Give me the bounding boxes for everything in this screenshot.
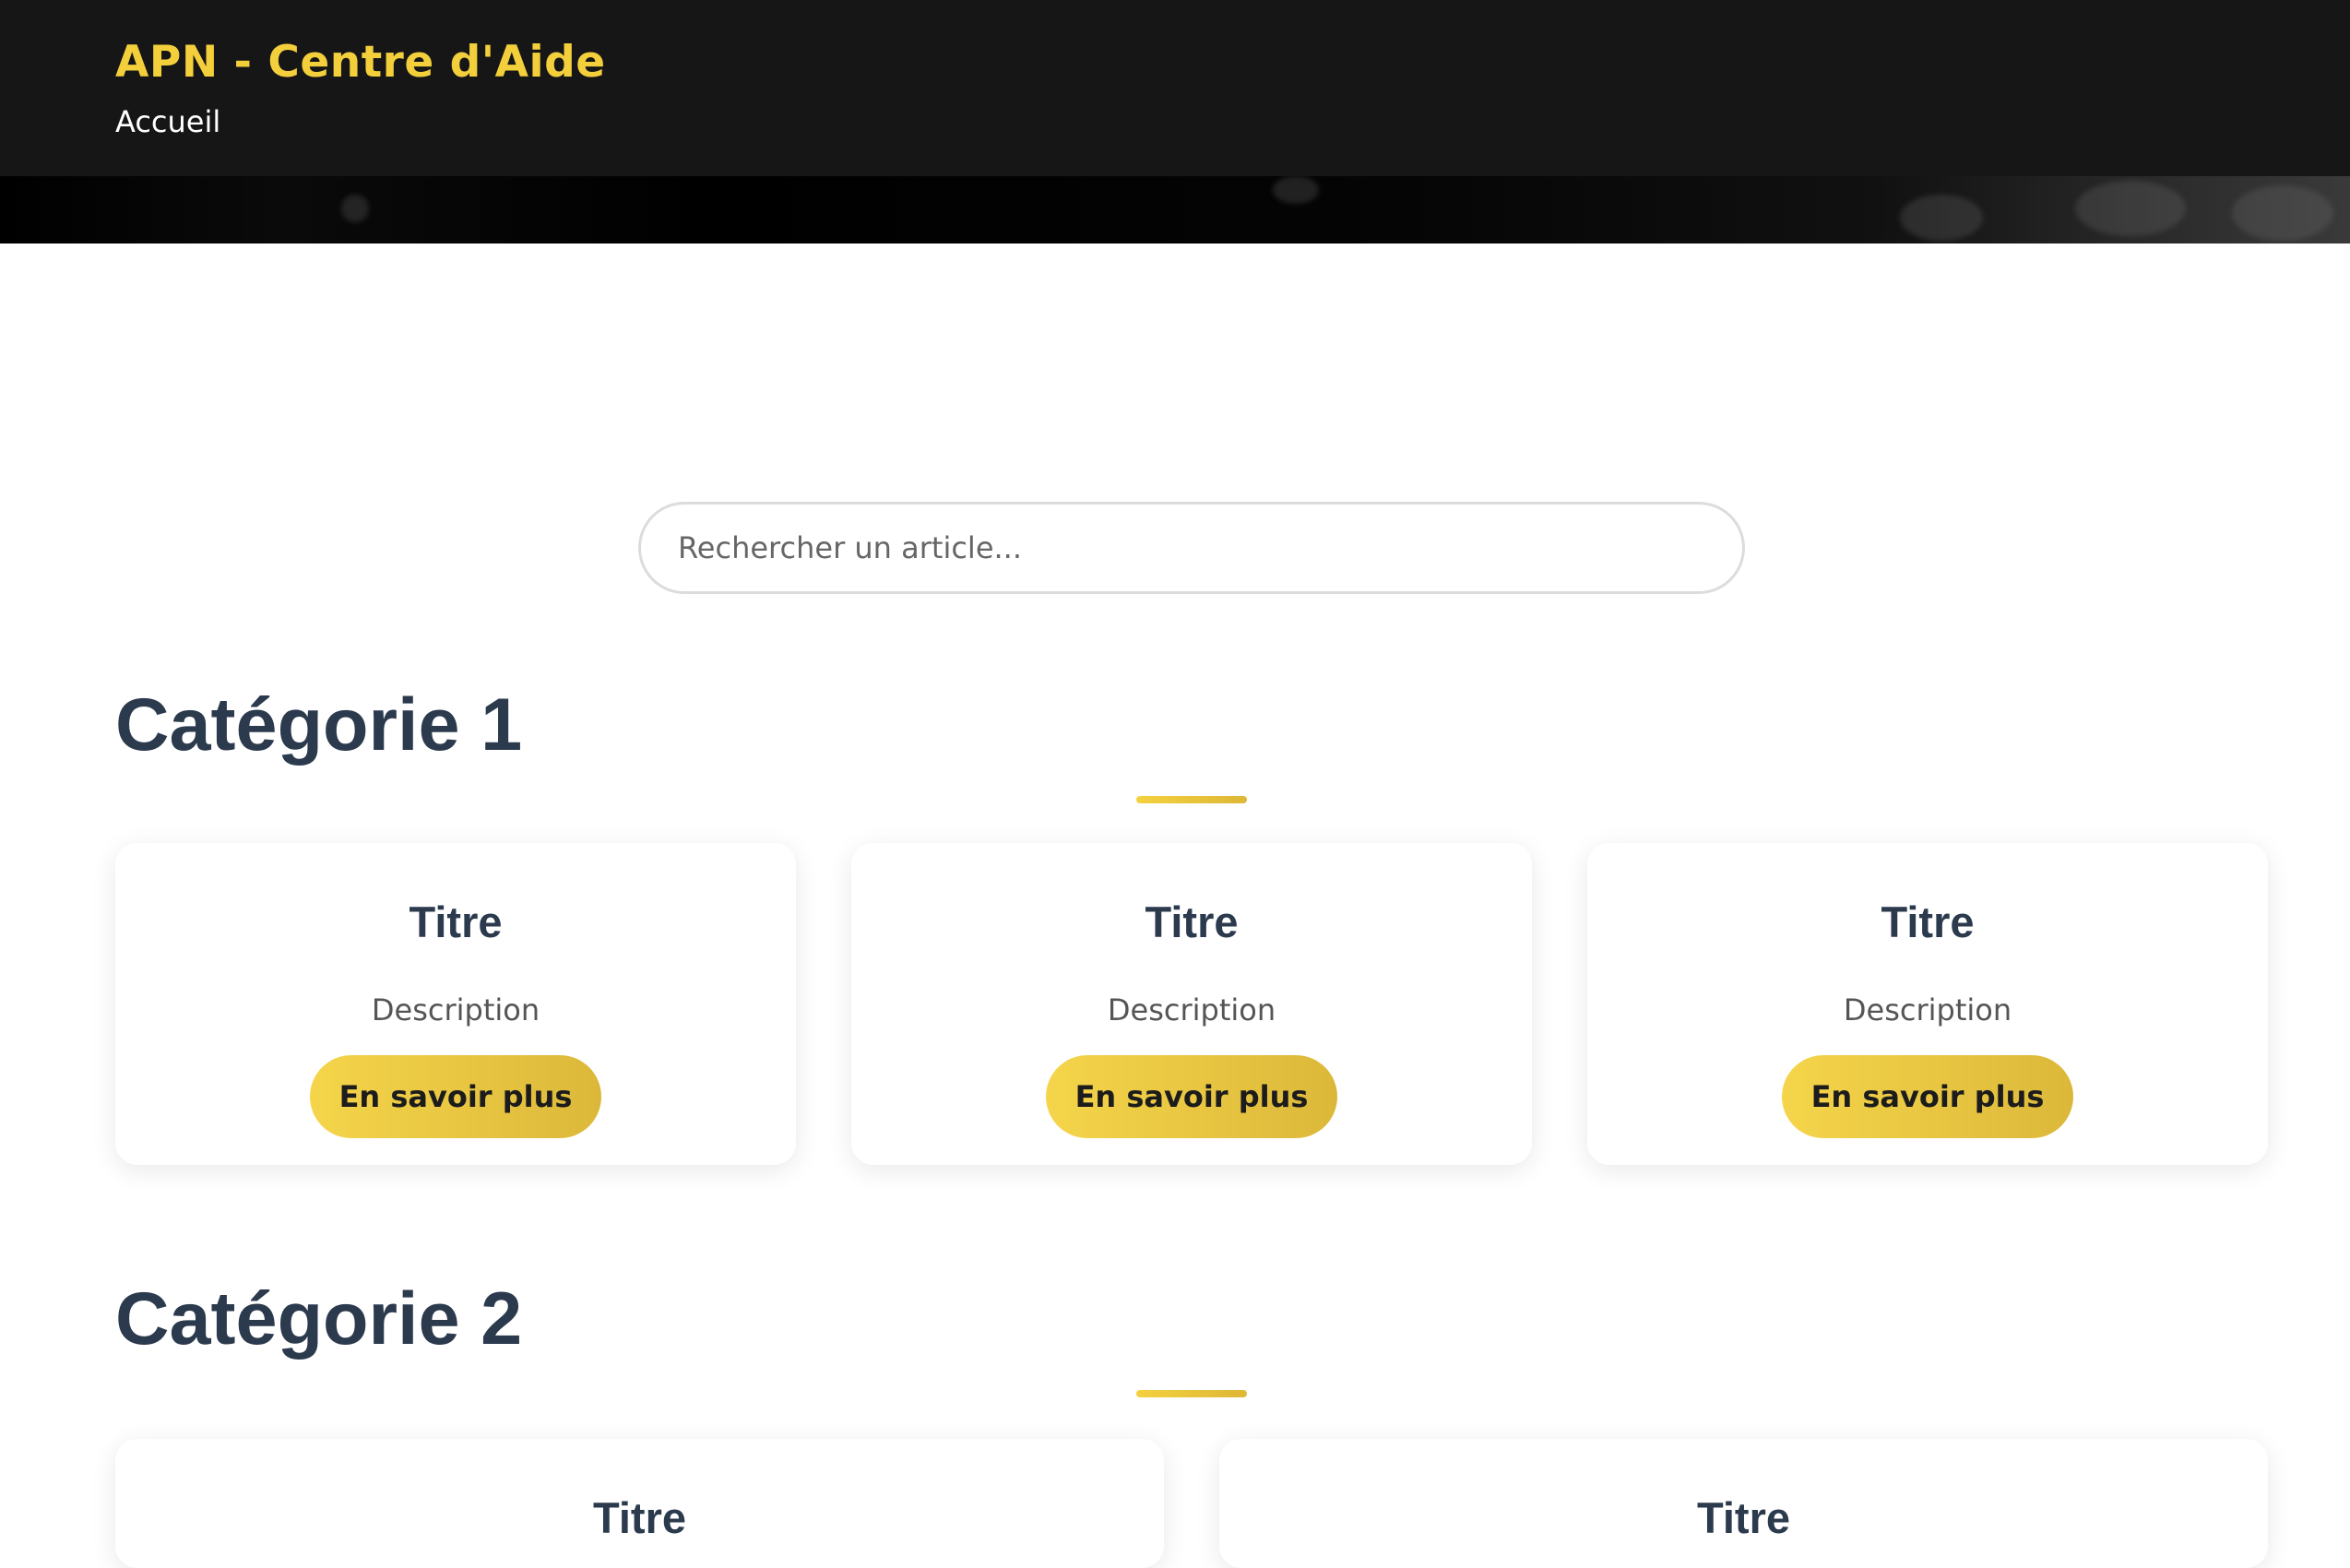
nav-link-home[interactable]: Accueil	[115, 104, 220, 139]
card-title: Titre	[1697, 1493, 1790, 1542]
search-box	[638, 502, 1745, 594]
hero-banner	[0, 176, 2350, 244]
site-brand[interactable]: APN - Centre d'Aide	[115, 37, 606, 88]
article-card: Titre	[1219, 1439, 2268, 1568]
category-divider	[1136, 796, 1247, 803]
article-card: Titre Description En savoir plus	[851, 843, 1532, 1165]
learn-more-button[interactable]: En savoir plus	[1046, 1055, 1337, 1138]
card-title: Titre	[1145, 897, 1239, 946]
card-title: Titre	[593, 1493, 686, 1542]
search-input[interactable]	[678, 505, 1702, 591]
category-divider	[1136, 1390, 1247, 1397]
top-navbar: APN - Centre d'Aide Accueil	[0, 0, 2350, 176]
card-title: Titre	[1881, 897, 1975, 946]
article-card: Titre Description En savoir plus	[115, 843, 796, 1165]
article-card: Titre Description En savoir plus	[1587, 843, 2268, 1165]
category-title: Catégorie 2	[115, 1277, 523, 1360]
card-title: Titre	[409, 897, 503, 946]
card-description: Description	[1107, 992, 1276, 1028]
card-description: Description	[1843, 992, 2012, 1028]
card-description: Description	[371, 992, 540, 1028]
learn-more-button[interactable]: En savoir plus	[1782, 1055, 2073, 1138]
category-title: Catégorie 1	[115, 683, 523, 766]
learn-more-button[interactable]: En savoir plus	[310, 1055, 601, 1138]
article-card: Titre	[115, 1439, 1164, 1568]
